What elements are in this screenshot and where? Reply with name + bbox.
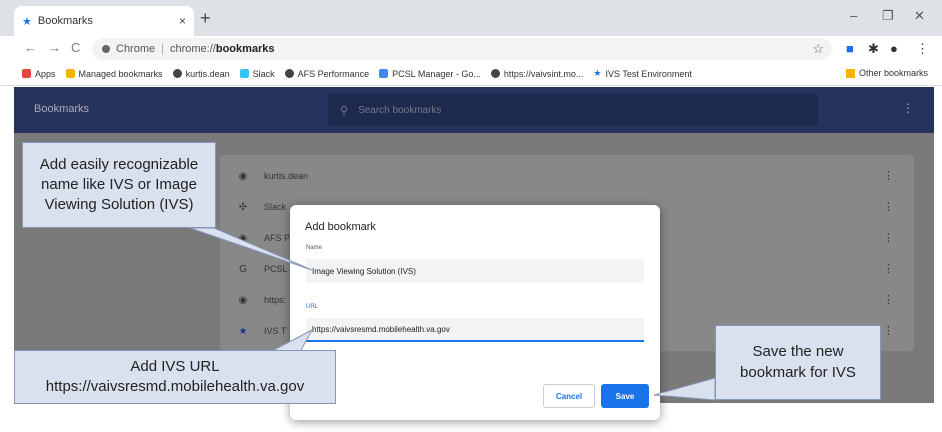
list-item[interactable]: ◉ kurtis.dean	[238, 170, 308, 182]
other-bookmarks[interactable]: Other bookmarks	[845, 68, 928, 78]
star-icon: ★	[238, 325, 248, 337]
search-input[interactable]: ⚲ Search bookmarks	[328, 94, 818, 126]
puzzle-icon[interactable]: ✱	[868, 41, 879, 57]
bookmark-pcsl[interactable]: PCSL Manager - Go...	[379, 69, 481, 79]
add-bookmark-dialog: Add bookmark Name Image Viewing Solution…	[290, 205, 660, 420]
extension-icon[interactable]: ■	[846, 41, 854, 56]
tab-title: Bookmarks	[37, 15, 93, 27]
search-placeholder: Search bookmarks	[358, 104, 442, 116]
globe-icon	[172, 69, 182, 78]
close-tab-button[interactable]: ×	[179, 14, 186, 28]
google-icon	[379, 69, 389, 78]
profile-avatar-icon[interactable]: ●	[890, 41, 898, 56]
google-icon: G	[239, 263, 247, 275]
new-tab-button[interactable]: +	[200, 8, 211, 29]
row-menu-icon[interactable]: ⋮	[883, 200, 894, 213]
folder-icon	[65, 69, 75, 78]
back-button[interactable]: ←	[24, 40, 37, 55]
row-menu-icon[interactable]: ⋮	[883, 293, 894, 306]
save-button[interactable]: Save	[601, 384, 649, 408]
forward-button[interactable]: →	[48, 40, 61, 55]
bookmark-slack[interactable]: Slack	[239, 69, 275, 79]
search-icon: ⚲	[340, 104, 349, 117]
url-hint-callout: Add IVS URL https://vaivsresmd.mobilehea…	[14, 350, 336, 404]
dialog-title: Add bookmark	[305, 221, 376, 233]
bookmark-managed[interactable]: Managed bookmarks	[65, 69, 163, 79]
name-field[interactable]: Image Viewing Solution (IVS)	[306, 259, 644, 283]
list-item[interactable]: ◉ AFS P	[238, 232, 290, 244]
star-icon: ★	[593, 68, 602, 78]
slack-icon: ✣	[238, 201, 248, 213]
url-path: bookmarks	[215, 43, 275, 55]
slack-icon	[239, 69, 249, 78]
bookmark-kurtis[interactable]: kurtis.dean	[172, 69, 230, 79]
close-window-button[interactable]: ✕	[914, 8, 925, 24]
menu-kebab-icon[interactable]: ⋮	[916, 41, 929, 57]
bookmark-afs[interactable]: AFS Performance	[284, 69, 369, 79]
globe-icon	[490, 69, 500, 78]
tab-strip: ★ Bookmarks × + – ❐ ✕	[0, 0, 942, 36]
list-item[interactable]: ★ IVS T	[238, 325, 287, 337]
globe-icon: ◉	[238, 232, 248, 244]
tab-bookmarks[interactable]: ★ Bookmarks ×	[14, 6, 194, 36]
url-hint-line1: Add IVS URL	[130, 357, 220, 375]
url-site: Chrome	[116, 43, 156, 55]
list-item[interactable]: ✣ Slack	[238, 201, 286, 213]
reload-button[interactable]: C	[71, 40, 80, 55]
name-label: Name	[306, 245, 323, 251]
url-label: URL	[306, 304, 319, 310]
organize-menu-icon[interactable]: ⋮	[902, 101, 914, 115]
star-icon: ★	[22, 15, 32, 28]
folder-icon	[845, 68, 855, 78]
globe-icon: ◉	[238, 294, 248, 306]
row-menu-icon[interactable]: ⋮	[883, 324, 894, 337]
minimize-button[interactable]: –	[850, 8, 857, 23]
list-item[interactable]: G PCSL	[238, 263, 287, 275]
url-scheme: chrome://	[169, 43, 216, 55]
url-field[interactable]: https://vaivsresmd.mobilehealth.va.gov	[306, 318, 644, 342]
bookmark-ivs-test[interactable]: ★ IVS Test Environment	[593, 68, 691, 79]
row-menu-icon[interactable]: ⋮	[883, 262, 894, 275]
cancel-button[interactable]: Cancel	[543, 384, 595, 408]
app-header: Bookmarks ⚲ Search bookmarks ⋮	[14, 87, 934, 133]
url-hint-line2: https://vaivsresmd.mobilehealth.va.gov	[45, 378, 305, 395]
address-bar[interactable]: Chrome | chrome:// bookmarks ☆	[92, 38, 832, 60]
globe-icon: ◉	[238, 170, 248, 182]
list-item[interactable]: ◉ https:	[238, 294, 286, 306]
url-separator: |	[161, 43, 164, 55]
bookmark-apps[interactable]: Apps	[22, 69, 56, 79]
bookmarks-bar: Apps Managed bookmarks kurtis.dean Slack…	[0, 62, 942, 86]
row-menu-icon[interactable]: ⋮	[883, 231, 894, 244]
name-hint-callout: Add easily recognizable name like IVS or…	[22, 142, 216, 228]
bookmark-vaivsint[interactable]: https://vaivsint.mo...	[490, 69, 583, 79]
site-info-icon[interactable]	[102, 45, 110, 53]
apps-icon	[22, 69, 31, 78]
browser-toolbar: ← → C Chrome | chrome:// bookmarks ☆ ■ ✱…	[0, 36, 942, 62]
bookmark-star-icon[interactable]: ☆	[812, 41, 824, 57]
save-hint-callout: Save the new bookmark for IVS	[715, 325, 881, 400]
page-title: Bookmarks	[34, 103, 90, 115]
restore-button[interactable]: ❐	[882, 8, 894, 24]
globe-icon	[284, 69, 294, 78]
row-menu-icon[interactable]: ⋮	[883, 169, 894, 182]
